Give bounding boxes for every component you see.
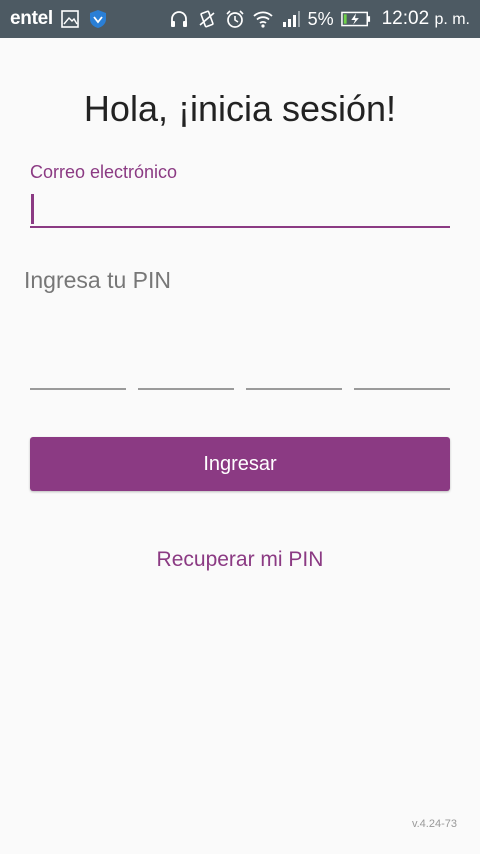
headphones-icon <box>168 8 190 30</box>
login-button[interactable]: Ingresar <box>30 437 450 491</box>
pin-label: Ingresa tu PIN <box>24 267 172 293</box>
shield-icon <box>87 8 109 30</box>
signal-icon <box>280 8 302 30</box>
pin-input-group <box>30 356 450 390</box>
email-field[interactable] <box>30 190 450 228</box>
text-cursor <box>31 194 34 224</box>
email-label: Correo electrónico <box>30 162 178 182</box>
battery-charging-icon <box>340 8 372 30</box>
recover-pin-link[interactable]: Recuperar mi PIN <box>0 548 480 572</box>
carrier-label: entel <box>10 8 53 29</box>
clock-time: 12:02 <box>381 8 430 29</box>
battery-percent: 5% <box>307 8 334 29</box>
page-title: Hola, ¡inicia sesión! <box>83 88 397 129</box>
pin-digit-1[interactable] <box>30 356 126 390</box>
login-screen: Hola, ¡inicia sesión! Correo electrónico… <box>0 38 480 854</box>
pin-digit-2[interactable] <box>138 356 234 390</box>
vibrate-icon <box>196 8 218 30</box>
pin-digit-3[interactable] <box>246 356 342 390</box>
alarm-icon <box>224 8 246 30</box>
image-icon <box>59 8 81 30</box>
version-label: v.4.24-73 <box>411 818 457 830</box>
clock-suffix: p. m. <box>434 11 470 28</box>
pin-digit-4[interactable] <box>354 356 450 390</box>
clock: 12:02 p. m. <box>382 8 470 30</box>
status-bar: entel 5% 12:02 p. m. <box>0 0 480 38</box>
wifi-icon <box>252 8 274 30</box>
